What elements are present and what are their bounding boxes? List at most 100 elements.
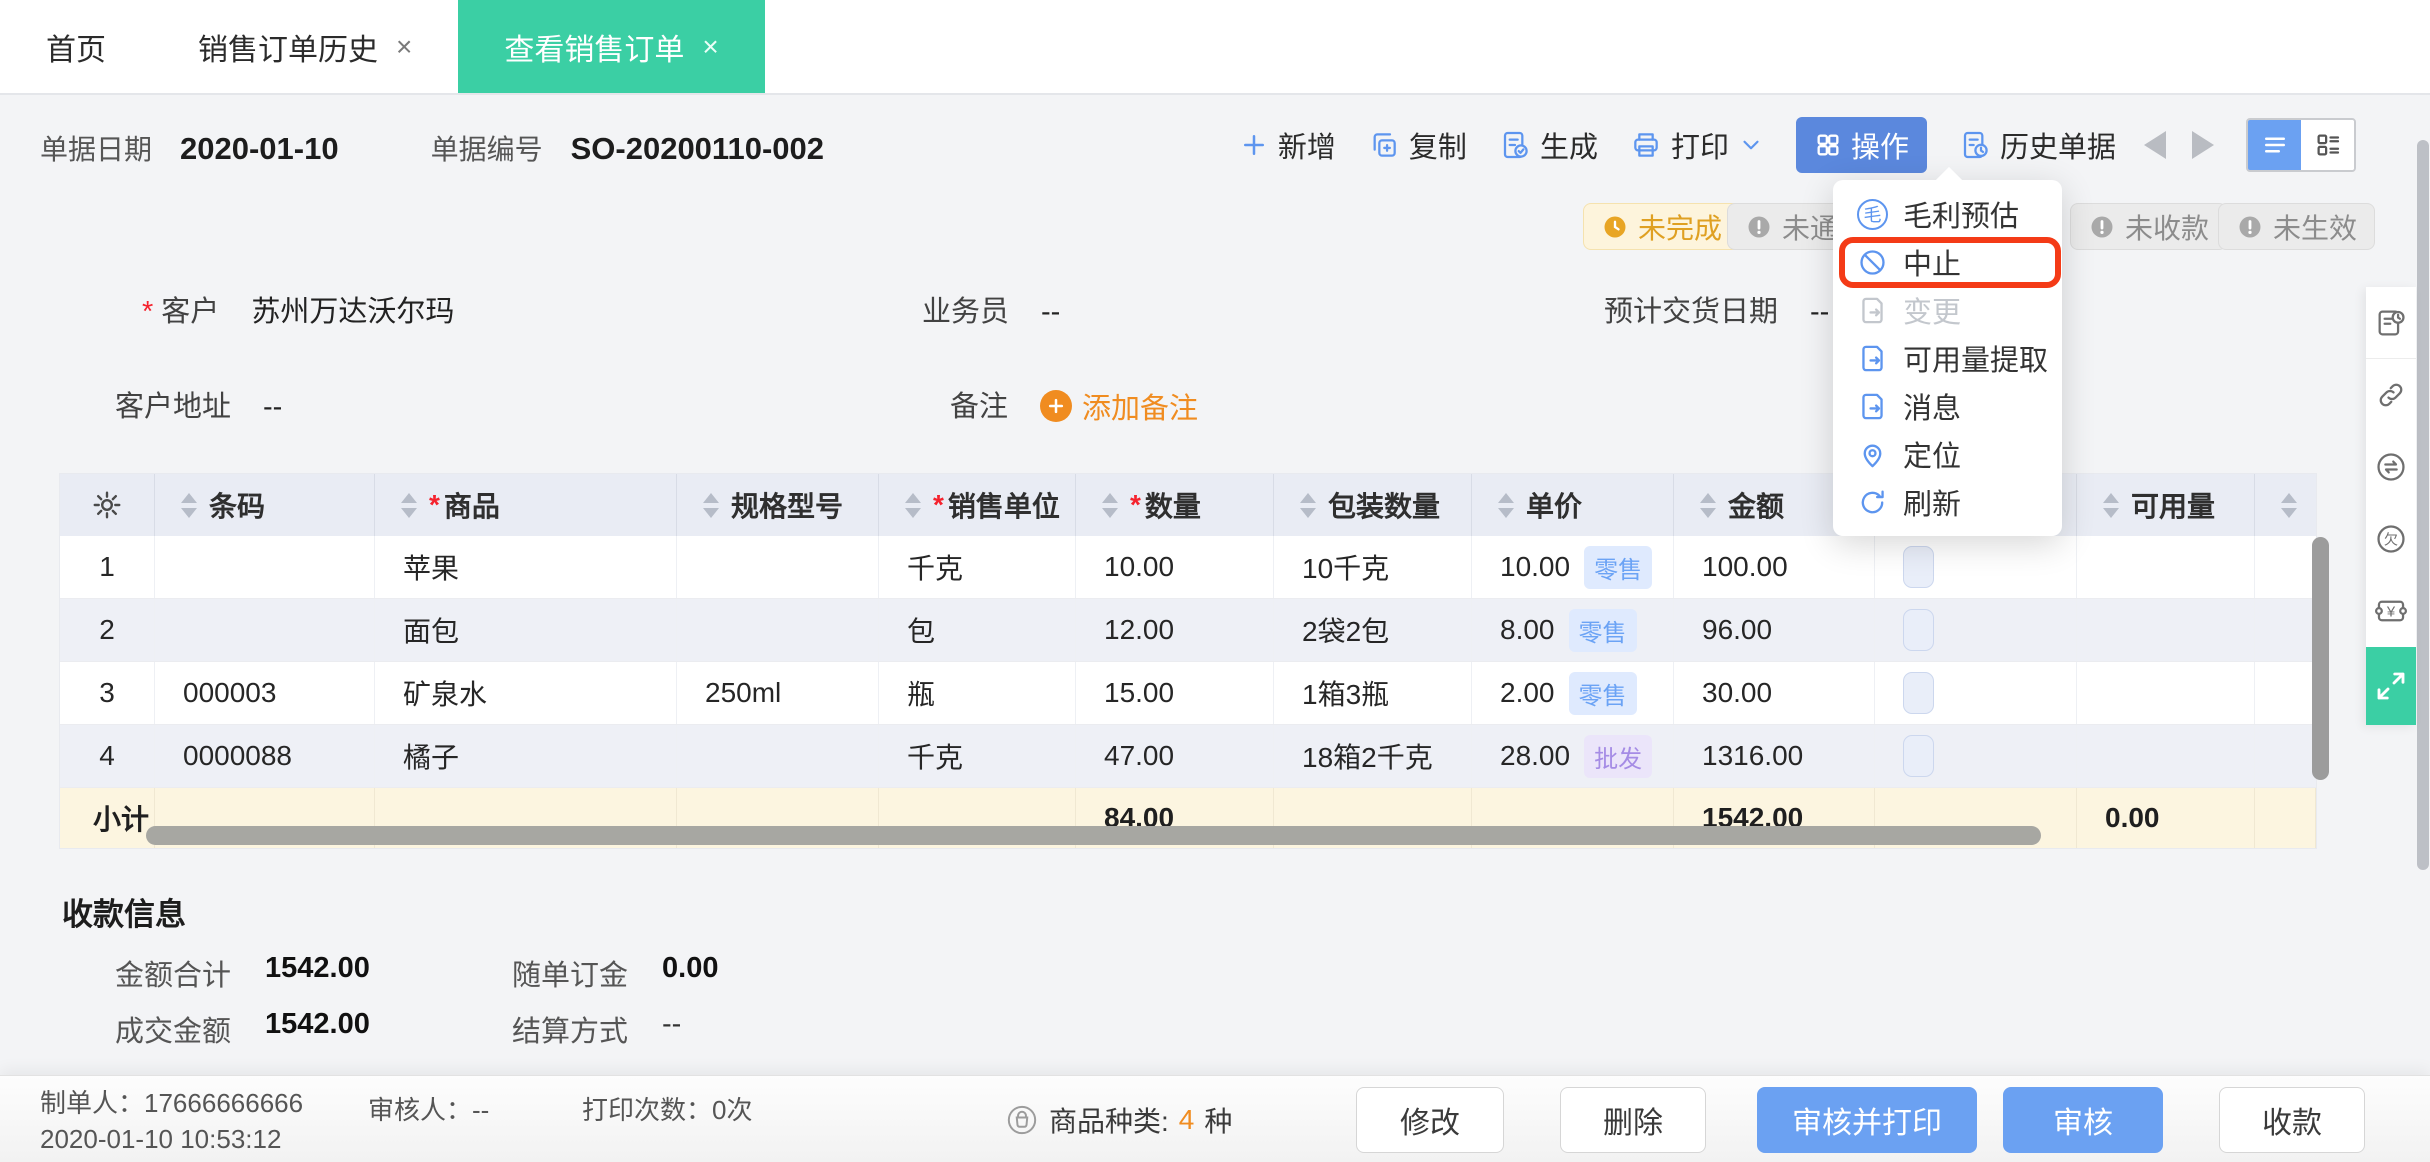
customer-field: * 客户 苏州万达沃尔玛 [142, 288, 454, 330]
tab-close-icon[interactable]: × [396, 31, 412, 63]
row-checkbox[interactable] [1903, 609, 1934, 651]
add-button[interactable]: 新增 [1239, 124, 1336, 166]
profit-icon: 毛 [1857, 198, 1888, 230]
doc-arrow-icon [1857, 295, 1888, 326]
order-log-button[interactable] [2366, 287, 2416, 359]
related-link-button[interactable] [2366, 359, 2416, 431]
header-qty[interactable]: * 数量 [1076, 474, 1274, 536]
card-view-toggle[interactable] [2301, 120, 2354, 170]
gear-icon[interactable] [91, 489, 123, 521]
table-row[interactable]: 2 面包 包 12.00 2袋2包 8.00 零售 96.00 [60, 599, 2316, 662]
collect-payment-button[interactable]: 收款 [2219, 1087, 2365, 1153]
tab-view-sales-order[interactable]: 查看销售订单 × [458, 0, 765, 93]
required-marker: * [1130, 489, 1141, 520]
cell-seq: 2 [60, 599, 155, 661]
cell-qty: 15.00 [1076, 662, 1274, 724]
cell-seq: 1 [60, 536, 155, 598]
sort-icon[interactable] [905, 492, 921, 518]
sort-icon[interactable] [2103, 492, 2119, 518]
header-product[interactable]: * 商品 [375, 474, 677, 536]
delete-button[interactable]: 删除 [1560, 1087, 1706, 1153]
expand-button[interactable] [2366, 647, 2416, 725]
header-barcode[interactable]: 条码 [155, 474, 375, 536]
header-overflow[interactable] [2255, 474, 2316, 536]
auditor-value: -- [472, 1095, 490, 1125]
menu-item-abort[interactable]: 中止 [1833, 238, 2062, 286]
subtotal-row: 小计 84.00 1542.00 0.00 [60, 788, 2316, 849]
horizontal-scrollbar[interactable] [146, 826, 2041, 845]
row-checkbox[interactable] [1903, 546, 1934, 588]
status-badge-label: 未完成 [1638, 212, 1723, 244]
money-ticket-button[interactable]: ¥ [2366, 575, 2416, 647]
menu-item-change: 变更 [1833, 286, 2062, 334]
sort-icon[interactable] [1300, 492, 1316, 518]
table-row[interactable]: 3 000003 矿泉水 250ml 瓶 15.00 1箱3瓶 2.00 零售 3… [60, 662, 2316, 725]
status-badge-ineffective: 未生效 [2218, 203, 2376, 250]
audit-button[interactable]: 审核 [2003, 1087, 2163, 1153]
printer-icon [1630, 129, 1662, 161]
sort-icon[interactable] [401, 492, 417, 518]
row-checkbox[interactable] [1903, 735, 1934, 777]
menu-item-message[interactable]: 消息 [1833, 382, 2062, 430]
sort-icon[interactable] [703, 492, 719, 518]
print-button[interactable]: 打印 [1630, 124, 1764, 166]
subtotal-label: 小计 [60, 788, 155, 848]
modify-button[interactable]: 修改 [1356, 1087, 1504, 1153]
cell-amount: 100.00 [1674, 536, 1875, 598]
header-spec[interactable]: 规格型号 [677, 474, 879, 536]
yuan-ticket-icon: ¥ [2374, 600, 2408, 622]
table-row[interactable]: 4 0000088 橘子 千克 47.00 18箱2千克 28.00 批发 131… [60, 725, 2316, 788]
expand-icon [2377, 672, 2405, 700]
owe-button[interactable]: 欠 [2366, 503, 2416, 575]
swap-circle-icon [2377, 453, 2405, 481]
prohibit-icon [1857, 247, 1888, 278]
salesman-value[interactable]: -- [1041, 296, 1060, 329]
header-price[interactable]: 单价 [1472, 474, 1674, 536]
sort-icon[interactable] [1498, 492, 1514, 518]
generate-button[interactable]: 生成 [1499, 124, 1598, 166]
tab-home[interactable]: 首页 [0, 0, 152, 93]
chevron-left-icon[interactable] [2144, 131, 2166, 159]
action-button[interactable]: 操作 [1795, 117, 1927, 173]
header-unit[interactable]: * 销售单位 [879, 474, 1076, 536]
sort-icon[interactable] [1102, 492, 1118, 518]
transfer-button[interactable] [2366, 431, 2416, 503]
list-view-toggle[interactable] [2248, 120, 2301, 170]
svg-text:欠: 欠 [2384, 532, 2398, 548]
copy-button[interactable]: 复制 [1368, 124, 1467, 166]
cell-pack: 18箱2千克 [1274, 725, 1472, 787]
price-type-tag: 零售 [1568, 608, 1637, 652]
link-icon [2379, 383, 2403, 407]
tab-order-history[interactable]: 销售订单历史 × [152, 0, 458, 93]
menu-item-locate[interactable]: 定位 [1833, 430, 2062, 478]
audit-print-button[interactable]: 审核并打印 [1757, 1087, 1977, 1153]
creator-value: 17666666666 [144, 1088, 304, 1118]
menu-item-refresh[interactable]: 刷新 [1833, 478, 2062, 526]
menu-item-profit-estimate[interactable]: 毛 毛利预估 [1833, 190, 2062, 238]
add-remark-button[interactable]: 添加备注 [1040, 385, 1198, 427]
salesman-field: 业务员 -- [922, 288, 1060, 330]
right-sidebar: 欠 ¥ [2366, 287, 2416, 725]
chevron-down-icon[interactable] [1738, 132, 1764, 158]
history-button[interactable]: 历史单据 [1959, 124, 2116, 166]
table-row[interactable]: 1 苹果 千克 10.00 10千克 10.00 零售 100.00 [60, 536, 2316, 599]
cell-barcode [155, 599, 375, 661]
column-settings-cell [60, 474, 155, 536]
address-value[interactable]: -- [263, 391, 282, 424]
row-checkbox[interactable] [1903, 672, 1934, 714]
delivery-date-value[interactable]: -- [1810, 296, 1829, 329]
chevron-right-icon[interactable] [2192, 131, 2214, 159]
customer-value[interactable]: 苏州万达沃尔玛 [251, 288, 454, 330]
table-vertical-scrollbar[interactable] [2312, 537, 2329, 780]
sort-icon[interactable] [1700, 492, 1716, 518]
menu-item-available-extract[interactable]: 可用量提取 [1833, 334, 2062, 382]
sort-icon[interactable] [181, 492, 197, 518]
sort-icon[interactable] [2281, 492, 2297, 518]
subtotal-available: 0.00 [2077, 788, 2255, 848]
tab-close-icon[interactable]: × [702, 31, 718, 63]
page-vertical-scrollbar[interactable] [2417, 140, 2429, 870]
header-available[interactable]: 可用量 [2077, 474, 2255, 536]
header-pack[interactable]: 包装数量 [1274, 474, 1472, 536]
required-marker: * [142, 296, 154, 328]
copy-icon [1368, 129, 1400, 161]
